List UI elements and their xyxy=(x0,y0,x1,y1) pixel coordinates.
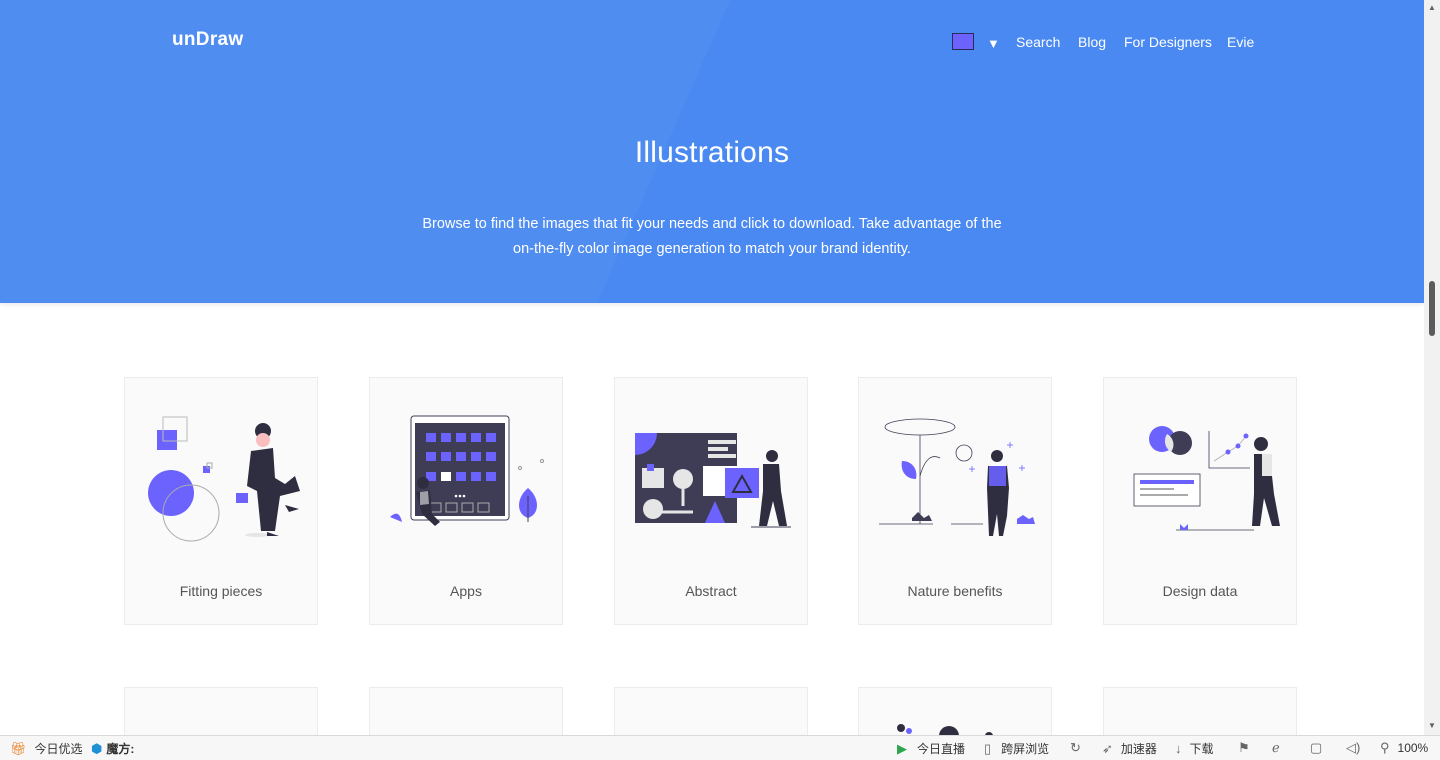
apps-illustration xyxy=(390,415,544,526)
illustration-card-design-data[interactable]: Design data xyxy=(1103,377,1297,625)
nav-user-account[interactable]: Evie xyxy=(1227,34,1254,50)
history-icon-item[interactable]: ↻ xyxy=(1070,740,1085,756)
card-label: Design data xyxy=(1162,583,1238,599)
nature-benefits-illustration xyxy=(879,418,1035,536)
live-label: 今日直播 xyxy=(917,742,966,756)
scroll-down-arrow-icon[interactable]: ▼ xyxy=(1428,721,1436,730)
card-label: Nature benefits xyxy=(907,583,1003,599)
today-pick-label: 今日优选 xyxy=(34,742,83,756)
download-icon: ↓ xyxy=(1175,741,1182,756)
ie-icon-item[interactable]: ℯ xyxy=(1272,740,1284,756)
card-label: Abstract xyxy=(685,583,737,599)
accelerator-item[interactable]: ➶ 加速器 xyxy=(1102,740,1157,757)
volume-icon-item[interactable]: ◁) xyxy=(1346,740,1364,756)
accelerator-label: 加速器 xyxy=(1120,742,1157,756)
browser-status-bar: 🎁︎ 今日优选 ⬢ 魔方: ▶ 今日直播 ▯ 跨屏浏览 ↻ ➶ 加速器 ↓ 下载… xyxy=(0,735,1440,760)
nav-blog[interactable]: Blog xyxy=(1078,34,1106,50)
live-item[interactable]: ▶ 今日直播 xyxy=(897,740,965,757)
nav-for-designers[interactable]: For Designers xyxy=(1124,34,1212,50)
illustration-card-apps[interactable]: Apps xyxy=(369,377,563,625)
scrollbar-thumb[interactable] xyxy=(1429,281,1435,336)
hero-banner: unDraw ▼ Search Blog For Designers Evie … xyxy=(0,0,1424,303)
magic-cube-item[interactable]: ⬢ 魔方: xyxy=(91,740,134,757)
rocket-icon: ➶ xyxy=(1102,740,1113,756)
zoom-icon: ⚲ xyxy=(1380,740,1390,755)
window-icon-item[interactable]: ▢ xyxy=(1310,740,1326,756)
abstract-illustration xyxy=(635,433,791,528)
zoom-item[interactable]: ⚲ 100% xyxy=(1380,740,1428,756)
download-label: 下载 xyxy=(1189,742,1214,756)
fitting-pieces-illustration xyxy=(148,416,300,542)
gift-icon: 🎁︎ xyxy=(10,740,27,756)
page-title: Illustrations xyxy=(634,136,790,169)
scroll-up-arrow-icon[interactable]: ▲ xyxy=(1428,3,1436,12)
illustration-card-fitting-pieces[interactable]: Fitting pieces xyxy=(124,377,318,625)
nav-search[interactable]: Search xyxy=(1016,34,1060,50)
refresh-icon: ↻ xyxy=(1070,740,1081,755)
volume-icon: ◁) xyxy=(1346,740,1361,755)
download-item[interactable]: ↓ 下载 xyxy=(1175,740,1214,757)
window-icon: ▢ xyxy=(1310,740,1323,755)
chevron-down-icon[interactable]: ▼ xyxy=(987,36,1003,51)
magic-cube-label: 魔方: xyxy=(106,742,135,756)
card-label: Fitting pieces xyxy=(179,583,263,599)
card-label: Apps xyxy=(450,583,482,599)
play-circle-icon: ▶ xyxy=(897,740,907,756)
logo[interactable]: unDraw xyxy=(172,29,243,51)
ie-icon: ℯ xyxy=(1272,740,1280,755)
illustration-card-nature-benefits[interactable]: Nature benefits xyxy=(858,377,1052,625)
cube-icon: ⬢ xyxy=(91,740,103,756)
today-pick-item[interactable]: 🎁︎ 今日优选 xyxy=(10,740,83,757)
page-description: Browse to find the images that fit your … xyxy=(422,216,1002,257)
phone-icon: ▯ xyxy=(984,740,992,756)
illustration-card-abstract[interactable]: Abstract xyxy=(614,377,808,625)
cross-screen-label: 跨屏浏览 xyxy=(1001,742,1050,756)
flag-icon-item[interactable]: ⚑ xyxy=(1238,740,1254,756)
color-picker-swatch[interactable] xyxy=(952,33,974,50)
cross-screen-item[interactable]: ▯ 跨屏浏览 xyxy=(984,740,1049,757)
vertical-scrollbar[interactable]: ▲ ▼ xyxy=(1424,0,1440,735)
partial-illustration xyxy=(897,724,993,736)
zoom-level: 100% xyxy=(1397,741,1429,755)
flag-icon: ⚑ xyxy=(1238,740,1250,755)
design-data-illustration xyxy=(1133,426,1280,531)
